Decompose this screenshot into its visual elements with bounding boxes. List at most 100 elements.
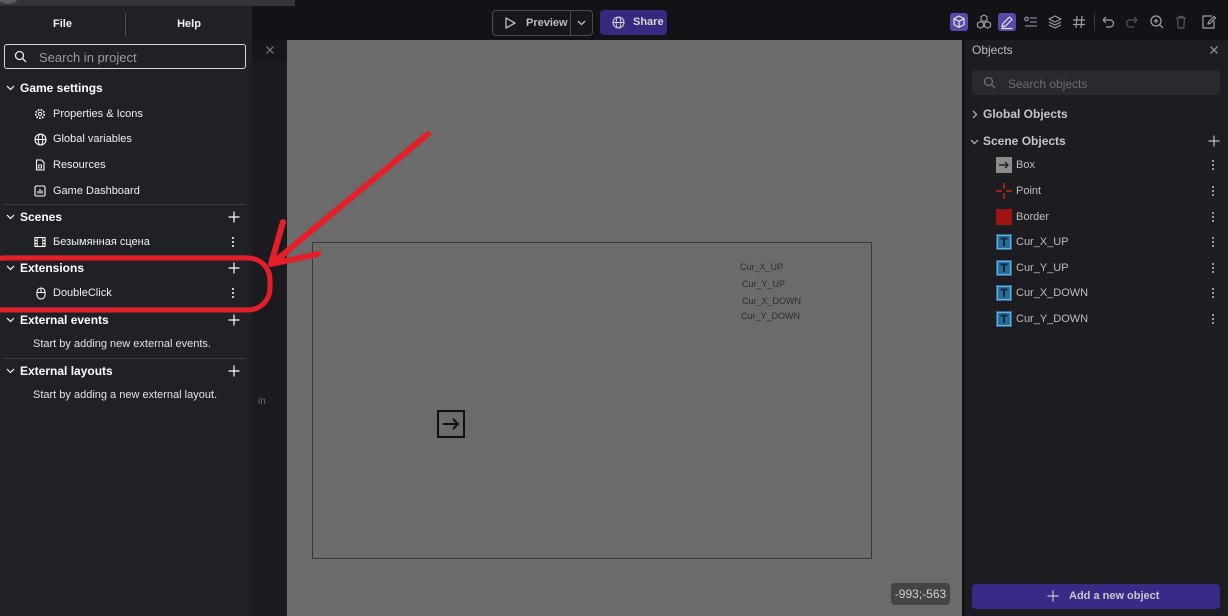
kebab-menu-icon[interactable] — [231, 287, 235, 299]
chevron-right-icon — [972, 110, 978, 119]
search-icon — [983, 76, 996, 89]
game-settings-section[interactable]: Game settings — [0, 76, 252, 100]
kebab-menu-icon[interactable] — [1211, 262, 1215, 274]
chevron-down-icon — [6, 265, 15, 271]
game-dashboard-item[interactable]: Game Dashboard — [0, 179, 252, 203]
add-external-events-icon[interactable] — [228, 314, 240, 326]
kebab-menu-icon[interactable] — [231, 236, 235, 248]
search-icon — [14, 50, 27, 63]
text-object-icon — [996, 285, 1012, 301]
project-manager: File Help Game settings Properties & Ico… — [0, 0, 252, 616]
play-icon — [504, 17, 516, 29]
layers-icon[interactable] — [1046, 13, 1064, 31]
cursor-coordinates: -993;-563 — [891, 583, 950, 605]
add-object-button[interactable]: Add a new object — [972, 584, 1220, 609]
text-object-instance[interactable]: Cur_Y_DOWN — [741, 311, 800, 322]
gear-icon — [34, 108, 46, 120]
box-instance[interactable] — [437, 410, 465, 438]
resources-item[interactable]: Resources — [0, 153, 252, 177]
close-objects-panel-icon[interactable] — [1209, 45, 1219, 55]
editor-tab-strip — [252, 0, 295, 6]
delete-icon[interactable] — [1172, 13, 1190, 31]
kebab-menu-icon[interactable] — [1211, 236, 1215, 248]
text-object-instance[interactable]: Cur_Y_UP — [742, 279, 785, 290]
add-external-layout-icon[interactable] — [228, 365, 240, 377]
objects-panel-title: Objects — [972, 43, 1013, 57]
add-scene-icon[interactable] — [228, 211, 240, 223]
external-layouts-empty: Start by adding a new external layout. — [0, 383, 252, 407]
properties-panel-icon[interactable] — [998, 13, 1016, 31]
globe-icon — [612, 16, 625, 29]
kebab-menu-icon[interactable] — [1211, 159, 1215, 171]
scenes-section[interactable]: Scenes — [0, 205, 252, 229]
plus-icon — [1047, 590, 1059, 602]
game-settings-title: Game settings — [20, 81, 103, 95]
window-strip — [0, 0, 252, 6]
instances-list-icon[interactable] — [1022, 13, 1040, 31]
object-item[interactable]: Cur_X_UP — [964, 230, 1228, 254]
empty-state-text: Start by adding a new external layout. — [33, 389, 218, 401]
preview-button[interactable]: Preview — [492, 10, 593, 36]
scene-item[interactable]: Безымянная сцена — [0, 230, 252, 254]
undo-icon[interactable] — [1099, 13, 1117, 31]
file-menu[interactable]: File — [0, 12, 125, 36]
object-name: Box — [1016, 159, 1035, 171]
objects-search-input[interactable] — [1006, 70, 1215, 97]
add-scene-object-icon[interactable] — [1208, 135, 1220, 147]
text-object-instance[interactable]: Cur_X_UP — [740, 262, 783, 273]
chevron-down-icon — [970, 139, 979, 145]
global-objects-label: Global Objects — [983, 107, 1068, 121]
add-extension-icon[interactable] — [228, 262, 240, 274]
object-item[interactable]: Border — [964, 205, 1228, 229]
global-variables-item[interactable]: Global variables — [0, 127, 252, 151]
redo-icon[interactable] — [1123, 13, 1141, 31]
kebab-menu-icon[interactable] — [1211, 185, 1215, 197]
hidden-tab-text: in — [258, 396, 266, 407]
object-name: Cur_Y_UP — [1016, 262, 1069, 274]
grid-icon[interactable] — [1070, 13, 1088, 31]
external-layouts-section[interactable]: External layouts — [0, 359, 252, 383]
text-object-instance[interactable]: Cur_X_DOWN — [742, 296, 801, 307]
kebab-menu-icon[interactable] — [1211, 313, 1215, 325]
chevron-down-icon — [6, 214, 15, 220]
share-label: Share — [633, 16, 664, 28]
object-item[interactable]: Cur_X_DOWN — [964, 281, 1228, 305]
kebab-menu-icon[interactable] — [1211, 211, 1215, 223]
chevron-down-icon — [6, 85, 15, 91]
share-button[interactable]: Share — [600, 10, 667, 35]
external-events-section[interactable]: External events — [0, 308, 252, 332]
objects-panel-icon[interactable] — [950, 13, 968, 31]
help-menu[interactable]: Help — [126, 12, 252, 36]
mouse-icon — [36, 287, 46, 300]
global-variables-icon — [34, 133, 47, 146]
object-groups-icon[interactable] — [975, 13, 993, 31]
object-item[interactable]: Box — [964, 153, 1228, 177]
object-item[interactable]: Cur_Y_UP — [964, 256, 1228, 280]
extensions-section[interactable]: Extensions — [0, 256, 252, 280]
external-events-empty: Start by adding new external events. — [0, 332, 252, 356]
dashboard-icon — [34, 185, 46, 197]
object-item[interactable]: Cur_Y_DOWN — [964, 307, 1228, 331]
global-objects-folder[interactable]: Global Objects — [964, 102, 1228, 126]
object-name: Cur_X_DOWN — [1016, 287, 1089, 299]
kebab-menu-icon[interactable] — [1211, 287, 1215, 299]
add-object-label: Add a new object — [1069, 590, 1160, 602]
properties-icons-label: Properties & Icons — [53, 108, 143, 120]
extension-item[interactable]: DoubleClick — [0, 281, 252, 305]
resources-label: Resources — [53, 159, 106, 171]
game-dashboard-label: Game Dashboard — [53, 185, 140, 197]
project-search-input[interactable] — [37, 45, 241, 70]
scene-properties-icon[interactable] — [1200, 13, 1218, 31]
chevron-down-icon[interactable] — [577, 20, 586, 26]
global-variables-label: Global variables — [53, 133, 132, 145]
properties-icons-item[interactable]: Properties & Icons — [0, 102, 252, 126]
scenes-title: Scenes — [20, 210, 63, 224]
object-item[interactable]: Point — [964, 179, 1228, 203]
scene-bounds — [312, 242, 872, 559]
chevron-down-icon — [6, 317, 15, 323]
close-tab-icon[interactable] — [265, 45, 275, 55]
zoom-icon[interactable] — [1148, 13, 1166, 31]
project-search[interactable] — [4, 44, 246, 70]
scene-objects-folder[interactable]: Scene Objects — [964, 129, 1228, 153]
objects-search[interactable] — [972, 70, 1220, 97]
